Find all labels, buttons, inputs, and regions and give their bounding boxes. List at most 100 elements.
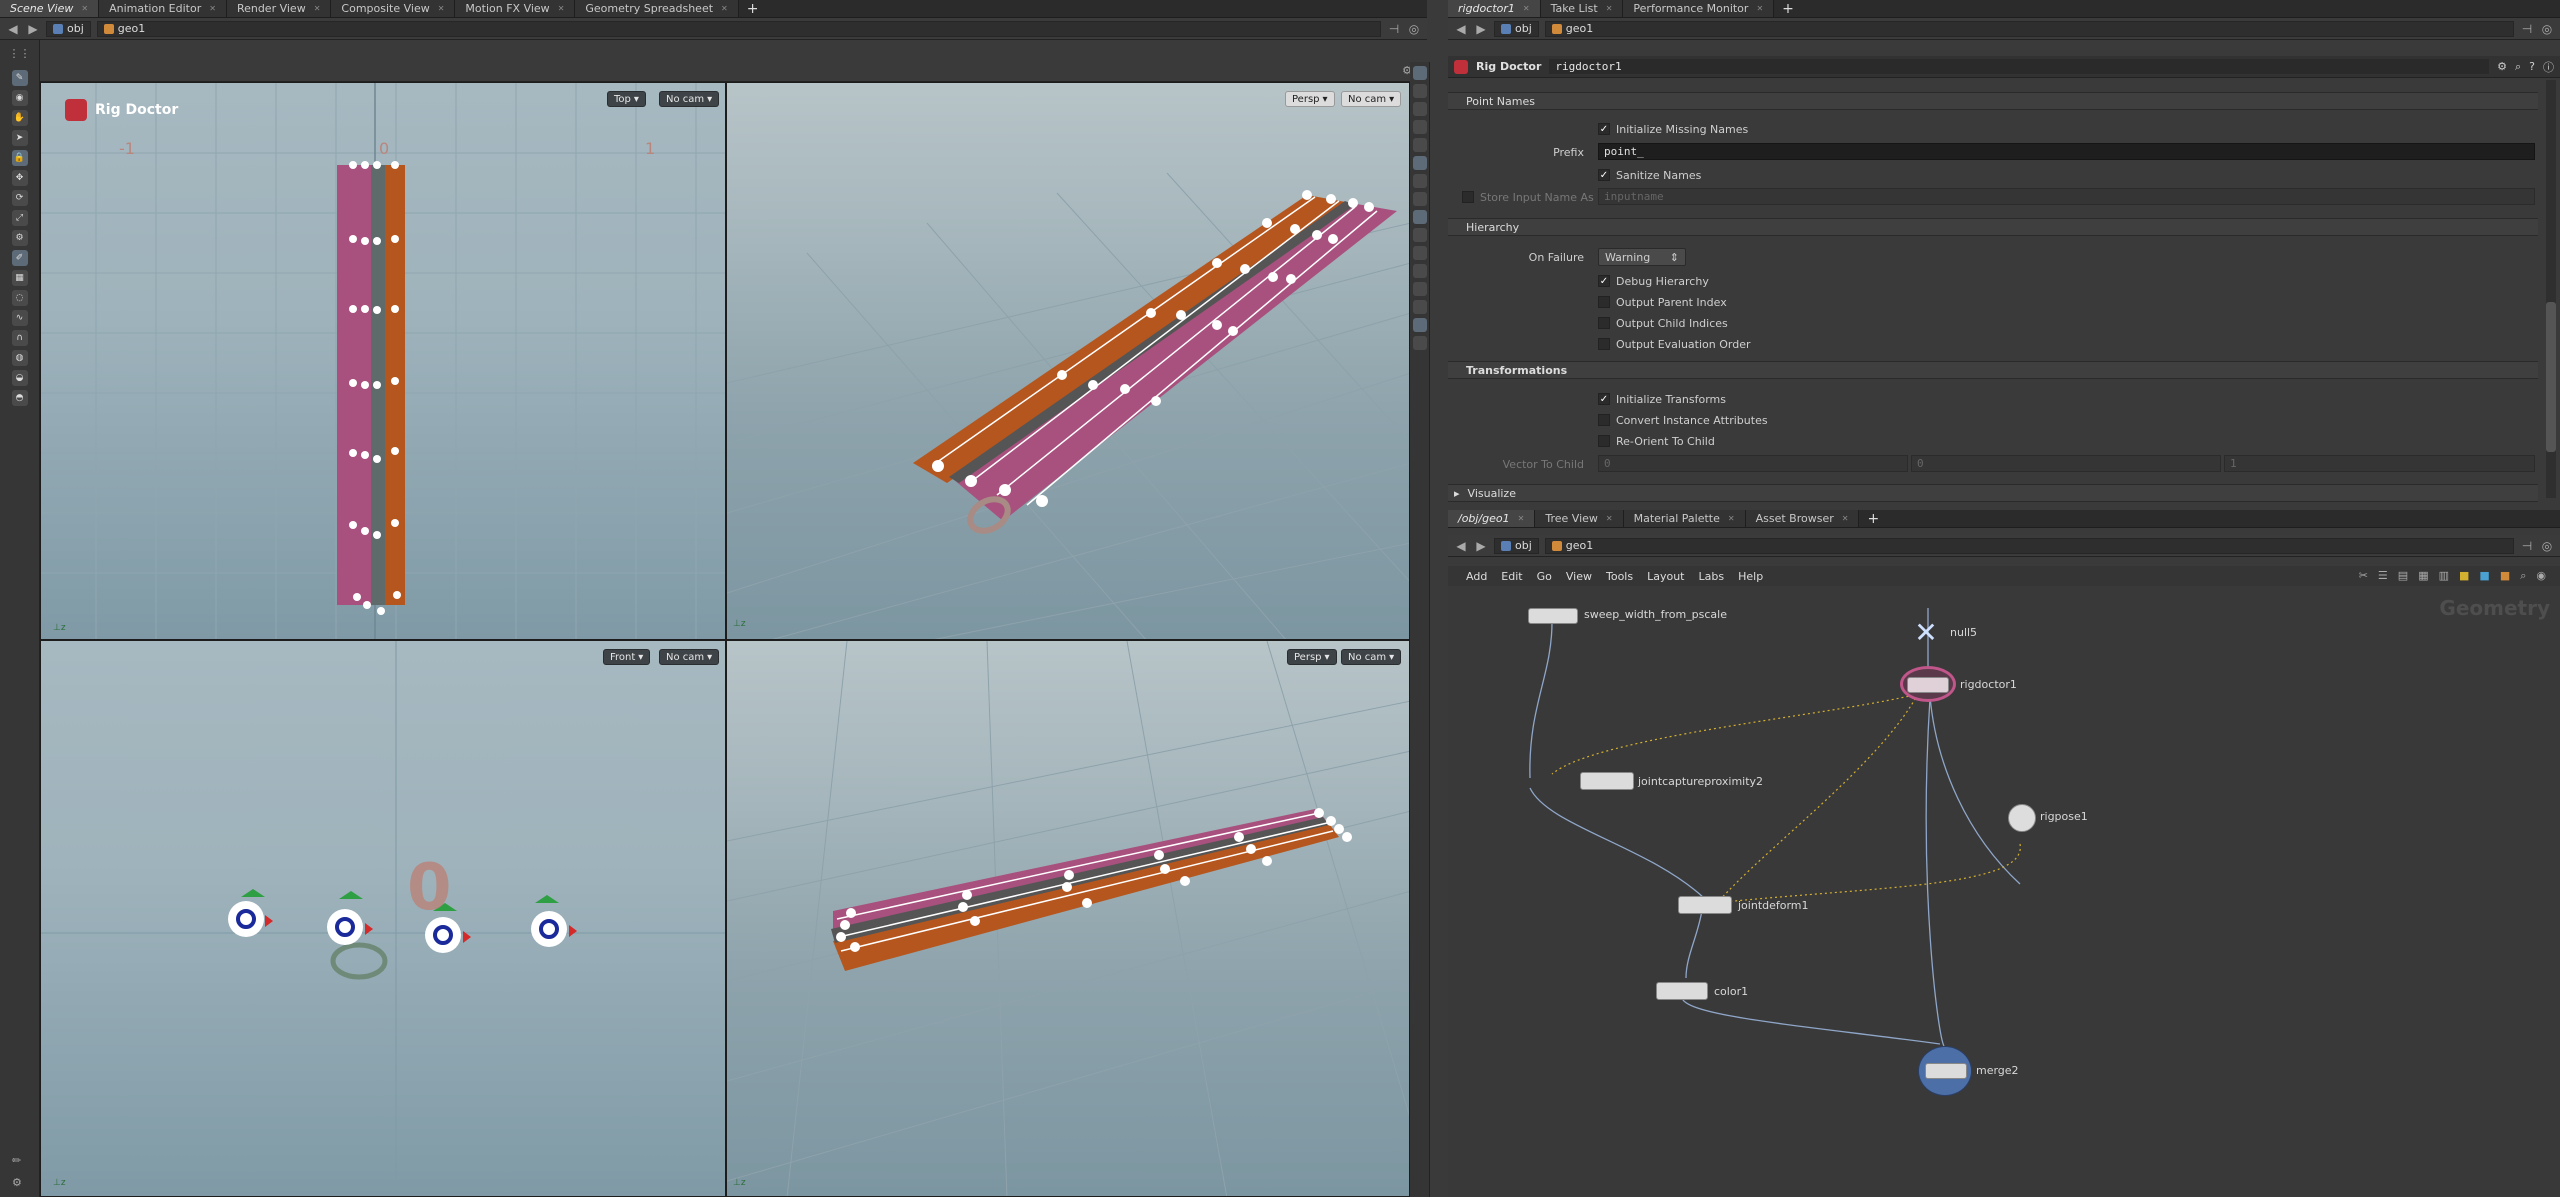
lamp-icon[interactable] [1412,192,1427,206]
back-arrow-icon[interactable]: ◀ [1454,22,1468,36]
node-sweep[interactable] [1528,608,1578,624]
viewport-persp-bottom[interactable]: Persp ▾ No cam ▾ ⊥z [726,640,1410,1197]
brush-icon[interactable]: ✐ [11,250,28,266]
checkbox-unchecked[interactable] [1598,414,1610,426]
pin-icon[interactable]: ⊣ [1387,22,1401,36]
tab-rigdoctor1[interactable]: rigdoctor1 ✕ [1448,0,1541,17]
frame-icon[interactable] [1412,336,1427,350]
view-select-dropdown[interactable]: Persp ▾ [1287,649,1337,665]
grid-view-icon[interactable]: ▦ [2418,569,2428,583]
tab-scene-view[interactable]: Scene View ✕ [0,0,100,17]
snap-curve-icon[interactable]: ∿ [11,310,28,326]
add-tab-icon[interactable]: + [1774,0,1802,17]
checkbox-checked[interactable]: ✓ [1598,275,1610,287]
tab-asset-browser[interactable]: Asset Browser ✕ [1745,510,1860,527]
vector-z-field[interactable]: 1 [2224,455,2535,472]
light-icon[interactable] [1412,120,1427,134]
camera-select-dropdown[interactable]: No cam ▾ [1341,91,1402,107]
section-visualize[interactable]: ▸ Visualize [1448,484,2538,502]
settings-icon[interactable]: ⚙ [12,1176,22,1189]
output-child-indices-row[interactable]: Output Child Indices [1598,314,1728,332]
add-tab-icon[interactable]: + [1859,510,1887,527]
info-icon[interactable]: ✏ [12,1154,21,1167]
camera-icon[interactable]: ◓ [11,390,28,406]
tab-close-icon[interactable]: ✕ [1523,4,1530,13]
node-jointdeform[interactable] [1678,896,1732,914]
zoom-icon[interactable]: ⌕ [2520,569,2526,583]
output-eval-order-row[interactable]: Output Evaluation Order [1598,335,1751,353]
tab-close-icon[interactable]: ✕ [1842,514,1849,523]
node-rigdoctor-selected[interactable] [1900,666,1956,702]
section-point-names[interactable]: Point Names [1448,92,2538,110]
pen-icon[interactable] [1412,282,1427,296]
menu-tools[interactable]: Tools [1606,570,1633,583]
debug-hierarchy-row[interactable]: ✓ Debug Hierarchy [1598,272,1709,290]
reorient-to-child-row[interactable]: Re-Orient To Child [1598,432,1715,450]
lock-camera-icon[interactable] [1412,102,1427,116]
vector-y-field[interactable]: 0 [1911,455,2221,472]
checkbox-unchecked[interactable] [1598,435,1610,447]
pin-icon[interactable]: ⊣ [2520,22,2534,36]
checkbox-unchecked[interactable] [1598,338,1610,350]
tab-tree-view[interactable]: Tree View ✕ [1535,510,1624,527]
camera-select-dropdown[interactable]: No cam ▾ [659,649,720,665]
camera-select-dropdown[interactable]: No cam ▾ [1341,649,1402,665]
menu-labs[interactable]: Labs [1699,570,1725,583]
tab-close-icon[interactable]: ✕ [314,4,321,13]
magnet-icon[interactable]: ∩ [11,330,28,346]
mask-icon[interactable] [1412,246,1427,260]
breadcrumb-geo[interactable]: geo1 [1544,20,2514,37]
initialize-transforms-row[interactable]: ✓ Initialize Transforms [1598,390,1726,408]
tab-close-icon[interactable]: ✕ [1756,4,1763,13]
tab-close-icon[interactable]: ✕ [1728,514,1735,523]
palette-icon[interactable]: ■ [2500,569,2510,583]
network-editor[interactable]: Geometry sweep_width_from_pscale ✕ null5… [1448,586,2560,1197]
info-icon[interactable]: ⓘ [2543,59,2554,75]
convert-instance-attrs-row[interactable]: Convert Instance Attributes [1598,411,1768,429]
checkbox-checked[interactable]: ✓ [1598,393,1610,405]
grid-icon[interactable] [1412,318,1427,332]
rotate-icon[interactable]: ⟳ [11,190,28,206]
points-icon[interactable] [1412,210,1427,224]
image-icon[interactable]: ■ [2479,569,2489,583]
param-scrollbar[interactable] [2546,80,2556,498]
checkbox-unchecked[interactable] [1462,191,1474,203]
back-arrow-icon[interactable]: ◀ [6,22,20,36]
viewport-top[interactable]: Rig Doctor -1 0 1 Top ▾ No cam ▾ ⊥z [40,82,726,640]
normals-icon[interactable] [1412,228,1427,242]
tab-geometry-spreadsheet[interactable]: Geometry Spreadsheet ✕ [575,0,739,17]
on-failure-select[interactable]: Warning ⇕ [1598,248,1686,266]
menu-help[interactable]: Help [1738,570,1763,583]
link-icon[interactable]: ◎ [2540,539,2554,553]
checkbox-unchecked[interactable] [1598,296,1610,308]
view-select-dropdown[interactable]: Front ▾ [603,649,651,665]
prefix-input[interactable]: point_ [1598,143,2535,160]
init-missing-names-row[interactable]: ✓ Initialize Missing Names [1598,120,1748,138]
checkbox-checked[interactable]: ✓ [1598,123,1610,135]
preferences-icon[interactable]: ◉ [2536,569,2546,583]
tab-motion-fx-view[interactable]: Motion FX View ✕ [455,0,576,17]
wireframe-icon[interactable] [1412,84,1427,98]
null-node-icon[interactable]: ✕ [1906,616,1946,649]
tab-close-icon[interactable]: ✕ [1518,514,1525,523]
breadcrumb-obj[interactable]: obj [1494,20,1539,37]
tab-close-icon[interactable]: ✕ [558,4,565,13]
store-input-name-field[interactable]: inputname [1598,188,2535,205]
search-icon[interactable]: ⌕ [2515,60,2521,74]
node-jointcapture[interactable] [1580,772,1634,790]
menu-go[interactable]: Go [1537,570,1552,583]
help-icon[interactable]: ? [2529,60,2535,73]
tab-take-list[interactable]: Take List ✕ [1540,0,1624,17]
lock-icon[interactable]: 🔒 [11,150,28,166]
checkbox-checked[interactable]: ✓ [1598,169,1610,181]
link-icon[interactable]: ◎ [2540,22,2554,36]
tab-material-palette[interactable]: Material Palette ✕ [1623,510,1746,527]
bulb-icon[interactable] [1412,174,1427,188]
tab-obj-geo1[interactable]: /obj/geo1 ✕ [1448,510,1536,527]
breadcrumb-geo[interactable]: geo1 [1544,537,2514,554]
handle-icon[interactable]: ⚙ [11,230,28,246]
select-arrow-icon[interactable]: ➤ [11,130,28,146]
gear-icon[interactable]: ⚙ [2497,60,2507,73]
sanitize-names-row[interactable]: ✓ Sanitize Names [1598,166,1701,184]
notes-icon[interactable]: ▤ [2398,569,2408,583]
